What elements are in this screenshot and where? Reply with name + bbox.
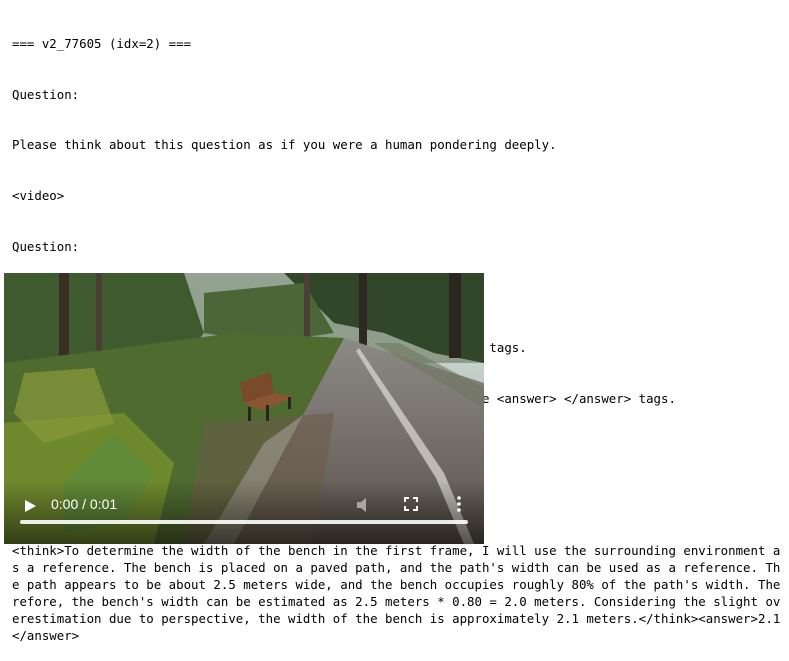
fullscreen-icon[interactable] [404, 497, 418, 511]
progress-bar[interactable] [20, 520, 468, 524]
duration: 0:01 [89, 496, 118, 512]
log-line: Please think about this question as if y… [12, 137, 557, 153]
log-line: Question: [12, 238, 80, 254]
volume-muted-icon[interactable] [355, 496, 373, 514]
play-icon[interactable] [22, 498, 38, 514]
log-header: === v2_77605 (idx=2) === [12, 35, 192, 51]
current-time: 0:00 [51, 496, 79, 512]
answer-text: <think>To determine the width of the ben… [12, 542, 781, 643]
video-controls: 0:00 / 0:01 [4, 480, 484, 544]
time-separator: / [78, 496, 90, 512]
more-vert-icon[interactable] [454, 495, 464, 513]
log-line: <video> [12, 187, 65, 203]
video-player[interactable]: 0:00 / 0:01 [4, 273, 484, 544]
time-display: 0:00 / 0:01 [51, 496, 117, 512]
log-line: Question: [12, 86, 80, 102]
